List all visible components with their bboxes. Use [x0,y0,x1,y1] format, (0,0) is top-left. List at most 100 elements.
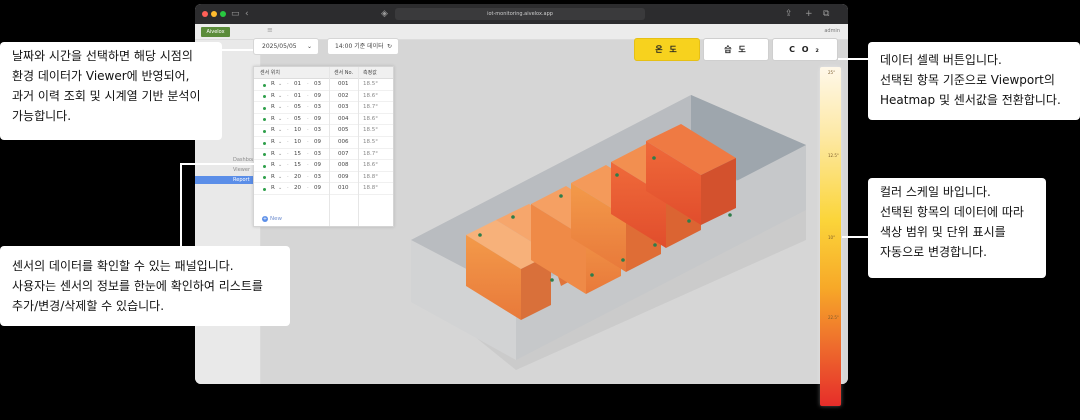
sensor-no: 002 [338,92,349,99]
rack-bay-value[interactable]: 10 [294,125,301,137]
status-dot-icon [263,187,266,191]
rack-row-select[interactable]: R [271,125,275,137]
rack-row-select[interactable]: R [271,149,275,161]
rack-bay-value[interactable]: 20 [294,172,301,184]
maximize-window-button[interactable] [220,11,226,17]
sidebar-item-viewer[interactable]: Viewer [195,166,261,174]
callout-text: Heatmap 및 센서값을 전환합니다. [880,93,1061,107]
rack-level-value[interactable]: 03 [314,79,321,91]
separator: · [287,81,289,87]
menu-icon[interactable]: ≡ [267,26,273,34]
close-window-button[interactable] [202,11,208,17]
rack-bay-value[interactable]: 10 [294,137,301,149]
rack-bay-value[interactable]: 01 [294,79,301,91]
sensor-no: 004 [338,115,349,122]
separator: · [307,92,309,99]
status-dot-icon [263,83,266,87]
table-row[interactable]: R ⌄ · 05 · 03 003 18.7° [254,102,393,114]
rack-bay-value[interactable]: 01 [294,91,301,103]
separator: · [287,92,289,99]
tabs-overview-icon[interactable]: ⧉ [823,8,829,20]
sensor-value: 18.5° [363,81,378,87]
table-row[interactable]: R ⌄ · 05 · 09 004 18.6° [254,114,393,126]
rack-row-select[interactable]: R [271,91,275,103]
shield-icon: ◈ [381,9,388,19]
callout-text: 사용자는 센서의 정보를 한눈에 확인하여 리스트를 [12,279,263,293]
rack-level-value[interactable]: 09 [314,91,321,103]
sensor-value: 18.6° [363,92,378,99]
separator: · [307,162,309,169]
temperature-button[interactable]: 온 도 [634,38,700,61]
table-row[interactable]: R ⌄ · 10 · 03 005 18.5° [254,125,393,137]
time-picker[interactable]: 14:00 기준 데이터 ↻ [327,38,399,55]
humidity-button[interactable]: 습 도 [703,38,769,61]
rack-level-value[interactable]: 03 [314,102,321,114]
user-menu[interactable]: admin [824,28,840,34]
sensor-no: 008 [338,162,349,169]
header-location: 센서 위치 [260,70,280,76]
minimize-window-button[interactable] [211,11,217,17]
separator: · [287,115,289,122]
date-picker[interactable]: 2025/05/05 ⌄ [253,38,319,55]
rack-row-select[interactable]: R [271,160,275,172]
callout-text: 선택된 항목의 데이터에 따라 [880,205,1024,219]
rack-row-select[interactable]: R [271,137,275,149]
address-bar[interactable]: iot-monitoring.aivelox.app [395,8,645,20]
rack-bay-value[interactable]: 05 [294,114,301,126]
rack-row-select[interactable]: R [271,172,275,184]
rack-row-select[interactable]: R [271,183,275,195]
rack-bay-value[interactable]: 15 [294,149,301,161]
callout-text: 색상 범위 및 단위 표시를 [880,225,1006,239]
table-row[interactable]: R ⌄ · 10 · 09 006 18.5° [254,137,393,149]
rack-bay-value[interactable]: 20 [294,183,301,195]
callout-text: 자동으로 변경합니다. [880,245,987,259]
rack-level-value[interactable]: 03 [314,149,321,161]
sensor-value: 18.5° [363,127,378,134]
separator: · [287,162,289,169]
status-dot-icon [263,106,266,110]
add-sensor-button[interactable]: + New [262,216,282,222]
rack-bay-value[interactable]: 05 [294,102,301,114]
callout-text: 날짜와 시간을 선택하면 해당 시점의 [12,49,193,63]
table-row[interactable]: R ⌄ · 01 · 09 002 18.6° [254,91,393,103]
plus-icon: + [262,216,268,222]
table-row[interactable]: R ⌄ · 01 · 03 001 18.5° [254,79,393,91]
date-value: 2025/05/05 [262,43,297,50]
rack-level-value[interactable]: 09 [314,114,321,126]
chevron-down-icon: ⌄ [278,162,283,169]
rack-row-select[interactable]: R [271,102,275,114]
rack-level-value[interactable]: 09 [314,160,321,172]
app-logo[interactable]: Aivelox [201,27,230,37]
table-row[interactable]: R ⌄ · 15 · 03 007 18.7° [254,149,393,161]
new-tab-icon[interactable]: + [805,8,813,20]
sidebar-item-report[interactable]: Report [195,176,261,184]
rack-row-select[interactable]: R [271,114,275,126]
refresh-icon[interactable]: ↻ [387,39,392,54]
separator: · [287,173,289,180]
status-dot-icon [263,176,266,180]
table-row[interactable]: R ⌄ · 15 · 09 008 18.6° [254,160,393,172]
callout-date-time: 날짜와 시간을 선택하면 해당 시점의 환경 데이터가 Viewer에 반영되어… [0,42,222,140]
rack-bay-value[interactable]: 15 [294,160,301,172]
separator: · [307,173,309,180]
co2-button[interactable]: C O ₂ [772,38,838,61]
sensor-no: 010 [338,185,349,192]
table-row[interactable]: R ⌄ · 20 · 03 009 18.8° [254,172,393,184]
callout-data-select: 데이터 셀렉 버튼입니다. 선택된 항목 기준으로 Viewport의 Heat… [868,42,1080,120]
rack-level-value[interactable]: 09 [314,137,321,149]
table-row[interactable]: R ⌄ · 20 · 09 010 18.8° [254,183,393,195]
callout-text: 컬러 스케일 바입니다. [880,185,991,199]
sensor-no: 009 [338,173,349,180]
chevron-down-icon: ⌄ [306,43,312,50]
sidebar-toggle-icon[interactable]: ▭ [231,8,240,20]
back-arrow-icon[interactable]: ‹ [245,8,249,20]
rack-level-value[interactable]: 03 [314,172,321,184]
rack-level-value[interactable]: 09 [314,183,321,195]
sensor-table-header: 센서 위치 센서 No. 측정값 [254,67,393,79]
status-dot-icon [263,118,266,122]
rack-row-select[interactable]: R [271,79,275,91]
scale-label-upper: 12.5° [828,153,839,158]
share-icon[interactable]: ⇪ [785,8,793,20]
rack-level-value[interactable]: 03 [314,125,321,137]
status-dot-icon [263,95,266,99]
